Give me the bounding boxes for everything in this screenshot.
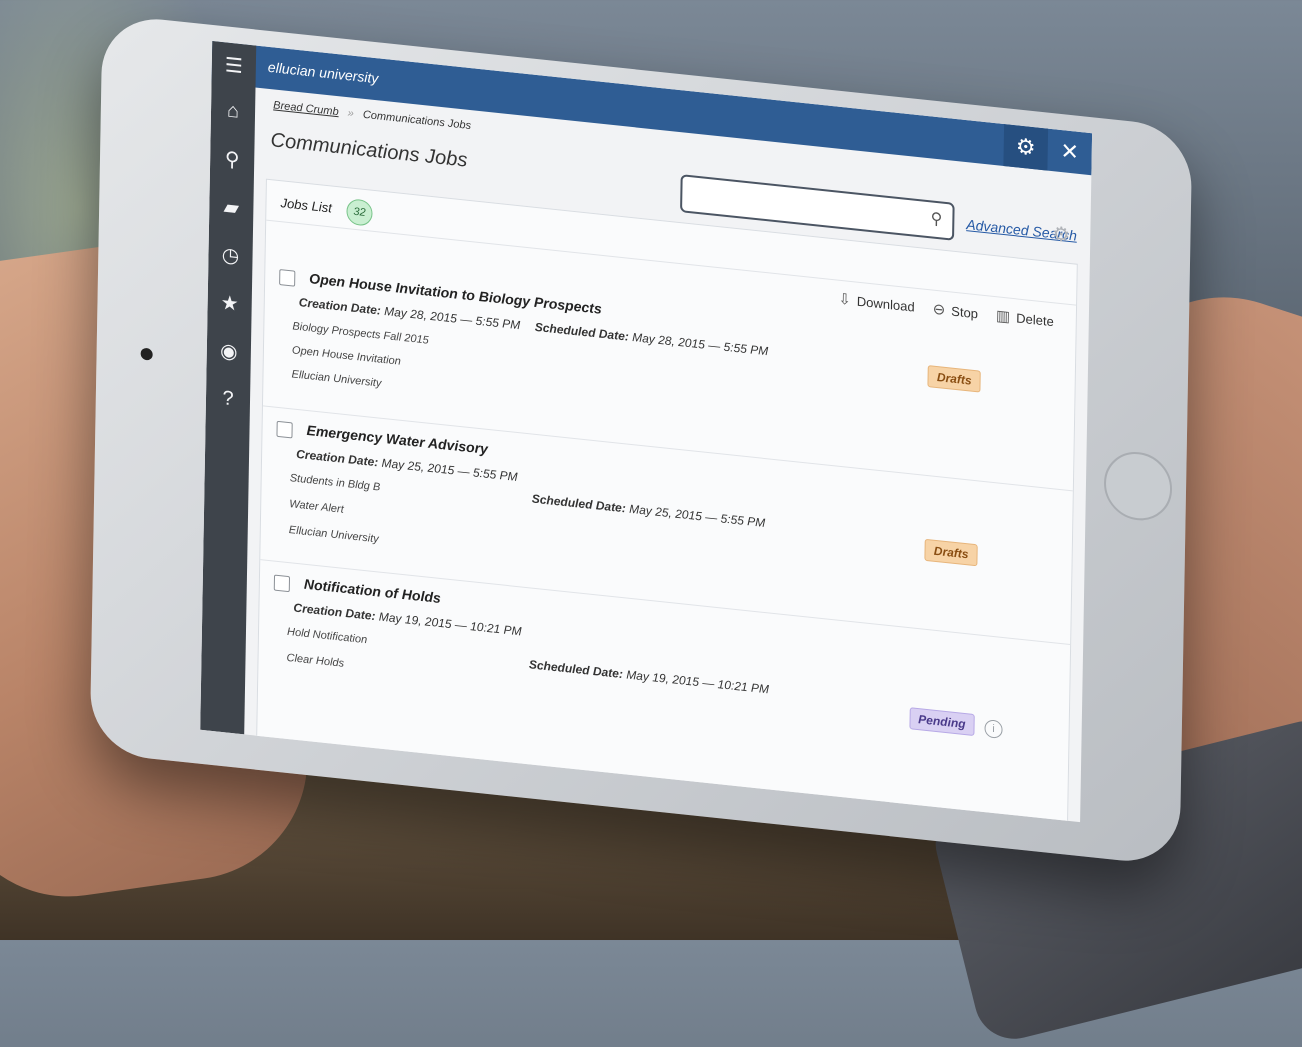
job-detail-line: Clear Holds — [286, 651, 345, 670]
job-checkbox[interactable] — [273, 574, 291, 593]
stop-button[interactable]: ⊖ Stop — [933, 300, 979, 323]
help-icon: ? — [222, 386, 234, 410]
jobs-count-badge: 32 — [346, 198, 373, 227]
delete-button[interactable]: ▥ Delete — [996, 306, 1054, 330]
job-detail-line: Water Alert — [289, 498, 344, 516]
scheduled-date: Scheduled Date: May 28, 2015 — 5:55 PM — [535, 320, 769, 358]
camera-dot — [140, 347, 153, 361]
stop-icon: ⊖ — [932, 300, 946, 319]
tablet-device: ellucian university ⚙ ✕ ☰ ⌂ ⚲ ▰ ◷ ★ ◉ ? … — [89, 13, 1193, 867]
job-detail-line: Open House Invitation — [291, 344, 401, 368]
jobs-list-title: Jobs List — [280, 195, 332, 216]
sidebar-profile[interactable]: ◉ — [207, 328, 252, 373]
folder-icon: ▰ — [223, 195, 240, 220]
stop-label: Stop — [951, 303, 979, 321]
breadcrumb-current: Communications Jobs — [362, 108, 472, 133]
close-button[interactable]: ✕ — [1047, 129, 1092, 176]
menu-button[interactable]: ☰ — [212, 43, 257, 88]
creation-date-value: May 28, 2015 — 5:55 PM — [384, 304, 521, 333]
creation-date-value: May 19, 2015 — 10:21 PM — [378, 609, 522, 639]
search-input[interactable] — [690, 177, 925, 234]
status-badge: Pending — [909, 707, 975, 737]
sidebar-favorites[interactable]: ★ — [207, 281, 252, 326]
scheduled-date-value: May 25, 2015 — 5:55 PM — [629, 501, 766, 531]
hamburger-icon: ☰ — [224, 53, 244, 78]
job-title[interactable]: Notification of Holds — [304, 576, 441, 606]
search-icon: ⚲ — [224, 147, 240, 172]
creation-date-label: Creation Date: — [293, 600, 376, 624]
page-title: Communications Jobs — [270, 129, 468, 172]
scheduled-date-label: Scheduled Date: — [528, 657, 624, 682]
scheduled-date-value: May 28, 2015 — 5:55 PM — [632, 330, 769, 359]
job-checkbox[interactable] — [276, 420, 293, 439]
breadcrumb-separator: » — [347, 107, 354, 120]
creation-date-value: May 25, 2015 — 5:55 PM — [381, 455, 518, 485]
jobs-list-panel: Jobs List 32 ⇩ Download ⊖ Stop ▥ Delete — [256, 178, 1078, 823]
download-label: Download — [856, 293, 915, 315]
app-screen: ellucian university ⚙ ✕ ☰ ⌂ ⚲ ▰ ◷ ★ ◉ ? … — [200, 40, 1093, 823]
home-button[interactable] — [1103, 448, 1173, 524]
delete-label: Delete — [1016, 309, 1054, 329]
home-icon: ⌂ — [226, 99, 240, 123]
close-icon: ✕ — [1060, 137, 1080, 165]
scheduled-date-label: Scheduled Date: — [531, 491, 626, 516]
sidebar-history[interactable]: ◷ — [208, 233, 253, 278]
job-checkbox[interactable] — [279, 269, 296, 287]
job-detail-line: Ellucian University — [291, 368, 382, 390]
search-settings-icon[interactable]: ⚙ — [1052, 221, 1070, 248]
gear-icon: ⚙ — [1015, 133, 1036, 161]
info-icon[interactable]: i — [984, 719, 1003, 739]
download-icon: ⇩ — [838, 290, 852, 309]
search-icon[interactable]: ⚲ — [930, 208, 942, 229]
breadcrumb-link[interactable]: Bread Crumb — [273, 99, 339, 118]
star-icon: ★ — [220, 291, 239, 316]
scheduled-date-value: May 19, 2015 — 10:21 PM — [626, 667, 770, 697]
sidebar-folder[interactable]: ▰ — [209, 185, 254, 230]
sidebar-help[interactable]: ? — [206, 376, 251, 421]
sidebar-home[interactable]: ⌂ — [211, 89, 256, 134]
sidebar-search[interactable]: ⚲ — [210, 137, 255, 182]
job-detail-line: Students in Bldg B — [289, 472, 381, 494]
creation-date-label: Creation Date: — [298, 295, 381, 318]
scheduled-date-label: Scheduled Date: — [534, 319, 629, 344]
history-icon: ◷ — [221, 243, 240, 268]
job-detail-line: Biology Prospects Fall 2015 — [292, 320, 429, 347]
creation-date-label: Creation Date: — [296, 446, 379, 470]
scheduled-date: Scheduled Date: May 19, 2015 — 10:21 PM — [529, 657, 769, 696]
job-detail-line: Hold Notification — [286, 625, 368, 647]
left-sidebar: ☰ ⌂ ⚲ ▰ ◷ ★ ◉ ? — [200, 40, 257, 735]
brand-name: ellucian university — [267, 58, 379, 87]
trash-icon: ▥ — [995, 307, 1011, 326]
job-detail-line: Ellucian University — [288, 524, 379, 546]
download-button[interactable]: ⇩ Download — [838, 290, 915, 316]
user-icon: ◉ — [219, 339, 238, 364]
status-badge: Drafts — [927, 365, 981, 393]
status-badge: Drafts — [924, 538, 978, 567]
settings-button[interactable]: ⚙ — [1003, 124, 1049, 171]
scheduled-date: Scheduled Date: May 25, 2015 — 5:55 PM — [532, 492, 766, 530]
